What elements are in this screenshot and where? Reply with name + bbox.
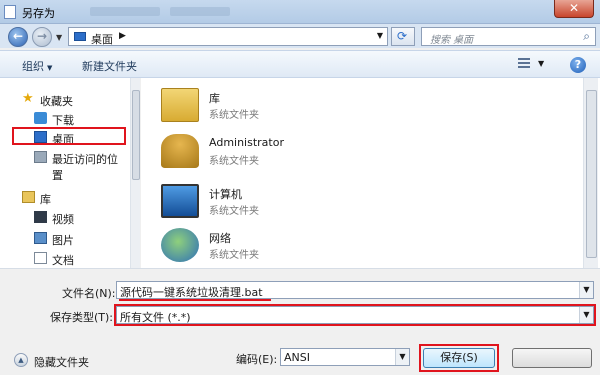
encoding-select[interactable]: ANSI ▼ [280, 348, 410, 366]
sidebar-item-pictures[interactable]: 图片 [0, 229, 128, 247]
caret-down-icon: ▼ [47, 64, 53, 72]
highlight-underline [119, 299, 271, 301]
new-folder-button[interactable]: 新建文件夹 [82, 58, 137, 74]
encoding-value: ANSI [284, 351, 310, 364]
scrollbar-thumb[interactable] [586, 90, 597, 258]
sidebar-item-libraries[interactable]: 库 [0, 188, 128, 206]
document-icon [34, 252, 47, 264]
file-kind: 系统文件夹 [209, 206, 259, 217]
list-item[interactable]: Administrator 系统文件夹 [159, 130, 459, 174]
user-folder-icon [161, 134, 199, 168]
close-icon: ✕ [569, 1, 580, 15]
background-ghost-text [90, 7, 160, 16]
list-item[interactable]: 库 系统文件夹 [159, 84, 459, 128]
sidebar-scrollbar[interactable] [130, 78, 140, 268]
organize-menu[interactable]: 组织 ▼ [22, 58, 52, 74]
sidebar-item-label: 视频 [52, 213, 74, 226]
refresh-button[interactable]: ⟳ [391, 27, 415, 46]
file-kind: 系统文件夹 [209, 250, 259, 261]
title-bar: 另存为 ✕ [0, 0, 600, 24]
list-item[interactable]: 网络 系统文件夹 [159, 224, 459, 268]
chevron-right-icon[interactable]: ▶ [119, 31, 126, 41]
filetype-label: 保存类型(T): [50, 311, 114, 324]
save-form: 文件名(N): 源代码一键系统垃圾清理.bat ▼ 保存类型(T): 所有文件 … [0, 268, 600, 375]
cancel-button[interactable] [512, 348, 592, 368]
refresh-icon: ⟳ [397, 29, 408, 43]
sidebar-item-label: 下载 [52, 114, 74, 127]
file-name: 网络 [209, 232, 231, 245]
sidebar-item-favorites[interactable]: ★ 收藏夹 [0, 90, 128, 108]
organize-label: 组织 [22, 60, 44, 73]
chevron-down-icon[interactable]: ▼ [579, 282, 593, 298]
scrollbar-thumb[interactable] [132, 90, 140, 180]
sidebar-item-label: 图片 [52, 234, 74, 247]
close-button[interactable]: ✕ [554, 0, 594, 18]
recent-places-icon [34, 151, 47, 163]
downloads-icon [34, 112, 47, 124]
sidebar-item-documents[interactable]: 文档 [0, 249, 128, 267]
library-folder-icon [161, 88, 199, 122]
background-ghost-text [170, 7, 230, 16]
encoding-label: 编码(E): [236, 353, 278, 366]
back-button[interactable]: ← [8, 27, 28, 47]
highlight-box [12, 127, 126, 145]
view-options-button[interactable]: ▼ [516, 56, 548, 74]
sidebar-item-label: 收藏夹 [40, 95, 73, 108]
sidebar-item-videos[interactable]: 视频 [0, 208, 128, 226]
desktop-icon [74, 32, 86, 41]
chevron-down-icon[interactable]: ▼ [395, 349, 409, 365]
search-icon[interactable]: ⌕ [583, 29, 590, 44]
file-kind: 系统文件夹 [209, 156, 259, 167]
notepad-icon [4, 5, 16, 19]
file-name: 库 [209, 92, 220, 105]
network-icon [161, 228, 199, 262]
address-row: ← → ▼ 桌面 ▶ ▼ ⟳ 搜索 桌面 ⌕ [0, 24, 600, 48]
highlight-box [419, 344, 499, 372]
address-bar[interactable]: 桌面 ▶ ▼ [68, 27, 388, 46]
pictures-icon [34, 232, 47, 244]
navigation-pane: ★ 收藏夹 下载 桌面 最近访问的位置 库 视频 图片 文档 [0, 78, 140, 268]
sidebar-item-label: 文档 [52, 254, 74, 267]
sidebar-item-recent[interactable]: 最近访问的位置 [0, 148, 128, 182]
back-arrow-icon: ← [13, 29, 24, 43]
help-icon[interactable]: ? [570, 57, 586, 73]
recent-pages-dropdown-icon[interactable]: ▼ [56, 33, 62, 42]
video-icon [34, 211, 47, 223]
chevron-up-icon: ▲ [14, 353, 28, 367]
view-grid-icon [518, 58, 530, 70]
sidebar-item-downloads[interactable]: 下载 [0, 109, 128, 127]
star-icon: ★ [22, 91, 34, 106]
library-icon [22, 191, 35, 203]
highlight-box [114, 304, 596, 326]
caret-down-icon: ▼ [538, 59, 545, 68]
search-placeholder: 搜索 桌面 [430, 35, 474, 46]
file-name: 计算机 [209, 188, 242, 201]
breadcrumb-desktop[interactable]: 桌面 [91, 31, 113, 47]
toolbar: 组织 ▼ 新建文件夹 ▼ ? [0, 50, 600, 78]
file-list-scrollbar[interactable] [583, 78, 598, 268]
forward-arrow-icon: → [37, 29, 48, 43]
filename-field[interactable]: 源代码一键系统垃圾清理.bat ▼ [116, 281, 594, 299]
file-kind: 系统文件夹 [209, 110, 259, 121]
sidebar-item-label: 最近访问的位置 [52, 153, 118, 182]
file-list: 库 系统文件夹 Administrator 系统文件夹 计算机 系统文件夹 网络… [141, 78, 600, 268]
chevron-down-icon[interactable]: ▼ [377, 31, 383, 40]
computer-icon [161, 184, 199, 218]
hide-folders-label: 隐藏文件夹 [34, 356, 89, 369]
filename-label: 文件名(N): [62, 287, 116, 300]
forward-button[interactable]: → [32, 27, 52, 47]
filename-value: 源代码一键系统垃圾清理.bat [120, 286, 263, 299]
sidebar-item-label: 库 [40, 193, 51, 206]
window-title: 另存为 [22, 7, 55, 20]
list-item[interactable]: 计算机 系统文件夹 [159, 180, 459, 224]
file-name: Administrator [209, 136, 284, 149]
search-input[interactable]: 搜索 桌面 ⌕ [421, 27, 596, 46]
